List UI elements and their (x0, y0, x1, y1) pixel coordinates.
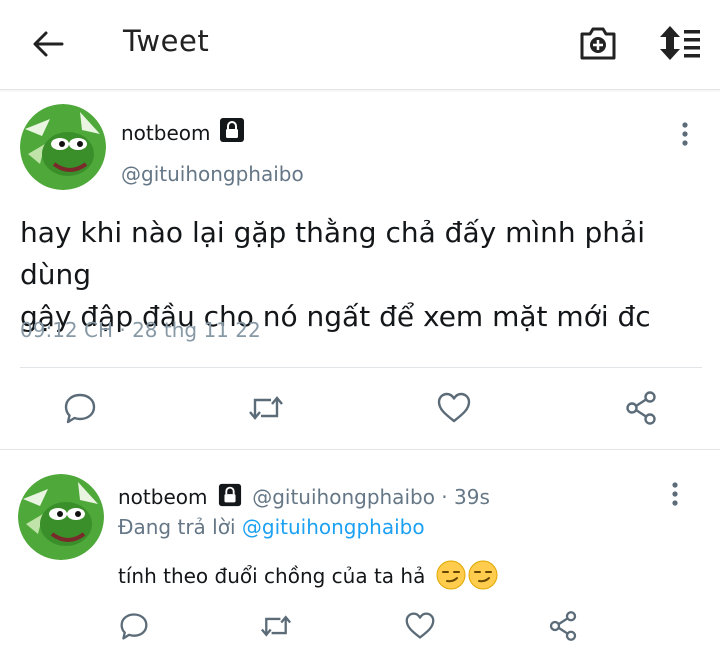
reply-age: 39s (454, 485, 490, 509)
more-vertical-icon (672, 482, 678, 506)
reply-header: notbeom @gituihongphaibo · 39s (118, 483, 490, 512)
reply-avatar[interactable] (18, 474, 104, 560)
comment-icon (120, 613, 148, 640)
author-handle[interactable]: @gituihongphaibo (121, 162, 304, 186)
avatar[interactable] (20, 104, 106, 190)
reply-reply-button[interactable] (112, 604, 156, 648)
tweet-text-line: hay khi nào lại gặp thằng chả đấy mình p… (20, 216, 645, 291)
tweet-date: 28 thg 11 22 (132, 318, 261, 342)
reply-more-options-button[interactable] (665, 479, 685, 509)
retweet-icon (249, 396, 283, 420)
like-button[interactable] (432, 386, 476, 430)
sort-button[interactable] (656, 22, 704, 64)
reply-share-button[interactable] (541, 604, 585, 648)
tweet-time: 09:12 CH (20, 318, 113, 342)
reply-button[interactable] (58, 386, 102, 430)
smirk-emoji-icon (468, 560, 498, 595)
page-title: Tweet (123, 24, 210, 58)
heart-icon (437, 392, 471, 423)
top-bar: Tweet (0, 0, 720, 90)
heart-icon (405, 612, 435, 639)
separator-dot: · (119, 318, 126, 342)
author-name[interactable]: notbeom (121, 121, 210, 145)
reply-retweet-button[interactable] (254, 604, 298, 648)
replying-to: Đang trả lời @gituihongphaibo (118, 515, 425, 539)
back-button[interactable] (28, 26, 68, 62)
reply-author-handle[interactable]: @gituihongphaibo (252, 485, 435, 509)
reply-author-name[interactable]: notbeom (118, 485, 207, 509)
lock-icon (219, 117, 245, 147)
reply-like-button[interactable] (398, 604, 442, 648)
reply-text-content: tính theo đuổi chồng của ta hả (118, 564, 426, 588)
lock-icon (218, 483, 242, 512)
camera-plus-icon (580, 27, 616, 60)
frog-avatar-image (20, 104, 106, 190)
separator-dot: · (441, 485, 448, 509)
sort-icon (660, 26, 700, 60)
camera-button[interactable] (578, 22, 618, 64)
reply-text: tính theo đuổi chồng của ta hả (118, 560, 498, 595)
divider (0, 449, 720, 450)
tweet-timestamp[interactable]: 09:12 CH · 28 thg 11 22 (20, 318, 261, 342)
retweet-icon (261, 615, 291, 637)
share-icon (549, 611, 577, 641)
arrow-left-icon (33, 31, 64, 57)
share-button[interactable] (619, 386, 663, 430)
divider (20, 367, 702, 368)
frog-avatar-image (18, 474, 104, 560)
share-icon (626, 391, 656, 425)
retweet-button[interactable] (244, 386, 288, 430)
replying-to-link[interactable]: @gituihongphaibo (242, 515, 425, 539)
comment-icon (64, 393, 96, 424)
smirk-emoji-icon (436, 560, 466, 595)
replying-label: Đang trả lời (118, 515, 236, 539)
more-options-button[interactable] (675, 119, 695, 149)
more-vertical-icon (682, 122, 688, 146)
